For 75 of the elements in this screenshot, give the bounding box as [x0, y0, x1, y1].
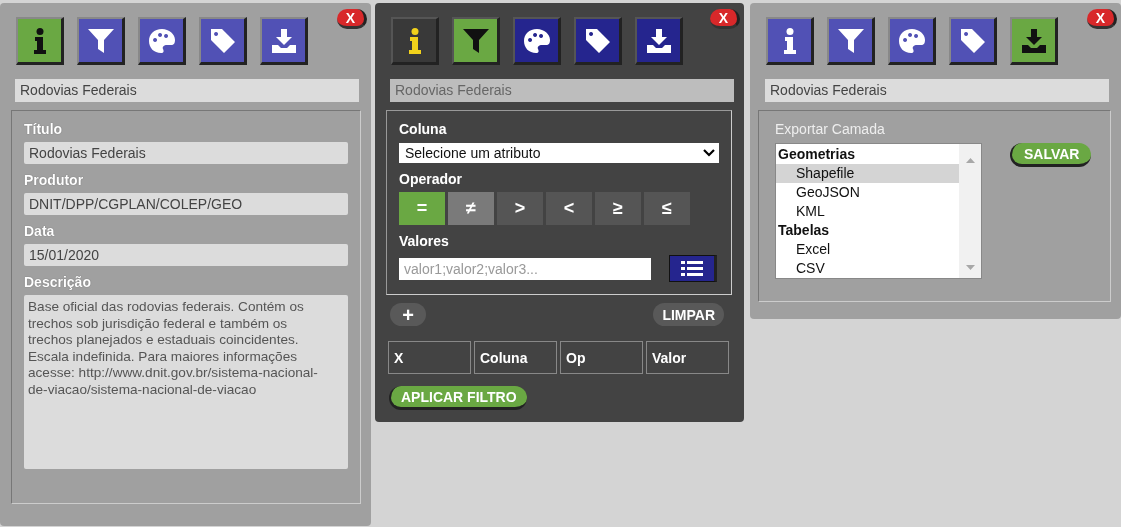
clear-button[interactable]: LIMPAR [653, 303, 724, 326]
filter-tool-button[interactable] [452, 17, 500, 65]
description-text: Base oficial das rodovias federais. Contém os trechos sob jurisdição federal e também os trechos planejados e estaduais coincidentes. Escala indefinida. Para maiores informações acesse: http://www.dnit.gov.br/sistema-nacional-de-viacao/sistema-nacional-de-viacao [24, 295, 348, 469]
format-option[interactable]: Shapefile [776, 164, 959, 183]
field-value: DNIT/DPP/CGPLAN/COLEP/GEO [24, 193, 348, 215]
info-tool-button[interactable] [391, 17, 439, 65]
operator-button[interactable]: ≥ [595, 192, 641, 225]
close-button[interactable]: X [337, 9, 367, 29]
palette-tool-button[interactable] [888, 17, 936, 65]
tag-tool-button[interactable] [949, 17, 997, 65]
value-list-button[interactable] [669, 255, 717, 282]
field-label: Título [24, 121, 64, 137]
layer-name-field: Rodovias Federais [390, 79, 734, 102]
palette-icon [148, 28, 175, 53]
tag-tool-button[interactable] [574, 17, 622, 65]
column-select[interactable]: Selecione um atributo [399, 143, 719, 163]
tag-tool-button[interactable] [199, 17, 247, 65]
option-group-label: Geometrias [777, 145, 857, 164]
filter-icon [87, 28, 114, 53]
option-group-label: Tabelas [777, 221, 831, 240]
download-icon [646, 28, 671, 53]
palette-icon [898, 28, 925, 53]
info-icon [408, 27, 421, 54]
scrollbar[interactable] [959, 144, 981, 278]
scroll-down-icon [965, 265, 975, 270]
operator-label: Operador [399, 171, 463, 187]
layer-name-field: Rodovias Federais [15, 79, 359, 102]
info-icon [783, 27, 796, 54]
column-header: Op [560, 341, 643, 374]
filter-icon [837, 28, 864, 53]
field-value: Rodovias Federais [24, 142, 348, 164]
download-icon [1021, 28, 1046, 53]
scroll-up-icon [965, 158, 975, 163]
close-button[interactable]: X [1087, 9, 1117, 29]
download-tool-button[interactable] [635, 17, 683, 65]
format-option[interactable]: KML [776, 202, 959, 221]
format-option[interactable]: CSV [776, 259, 959, 278]
export-label: Exportar Camada [775, 121, 886, 137]
field-label: Data [24, 223, 56, 239]
info-tool-button[interactable] [766, 17, 814, 65]
filter-tool-button[interactable] [827, 17, 875, 65]
column-header: Coluna [474, 341, 557, 374]
chevron-icon [703, 149, 715, 157]
filter-tool-button[interactable] [77, 17, 125, 65]
info-icon [33, 27, 46, 54]
palette-tool-button[interactable] [138, 17, 186, 65]
tag-icon [960, 28, 985, 53]
field-value: 15/01/2020 [24, 244, 348, 266]
add-button[interactable]: + [390, 303, 426, 326]
values-label: Valores [399, 233, 450, 249]
column-header: X [388, 341, 471, 374]
operator-button[interactable]: > [497, 192, 543, 225]
layer-name-field: Rodovias Federais [765, 79, 1109, 102]
palette-icon [523, 28, 550, 53]
operator-button[interactable]: < [546, 192, 592, 225]
field-label: Produtor [24, 172, 85, 188]
values-input[interactable]: valor1;valor2;valor3... [399, 257, 651, 280]
tag-icon [210, 28, 235, 53]
info-tool-button[interactable] [16, 17, 64, 65]
download-tool-button[interactable] [1010, 17, 1058, 65]
format-listbox[interactable]: Geometrias Shapefile GeoJSON KML Tabelas Excel CSV [775, 143, 982, 279]
column-label: Coluna [399, 121, 448, 137]
tag-icon [585, 28, 610, 53]
column-header: Valor [646, 341, 729, 374]
close-button[interactable]: X [710, 9, 740, 29]
operator-button[interactable]: ≠ [448, 192, 494, 225]
format-option[interactable]: GeoJSON [776, 183, 959, 202]
download-tool-button[interactable] [260, 17, 308, 65]
palette-tool-button[interactable] [513, 17, 561, 65]
operator-button[interactable]: ≤ [644, 192, 690, 225]
field-label: Descrição [24, 274, 92, 290]
format-option[interactable]: Excel [776, 240, 959, 259]
list-icon [681, 260, 703, 277]
download-icon [271, 28, 296, 53]
filter-icon [462, 28, 489, 53]
